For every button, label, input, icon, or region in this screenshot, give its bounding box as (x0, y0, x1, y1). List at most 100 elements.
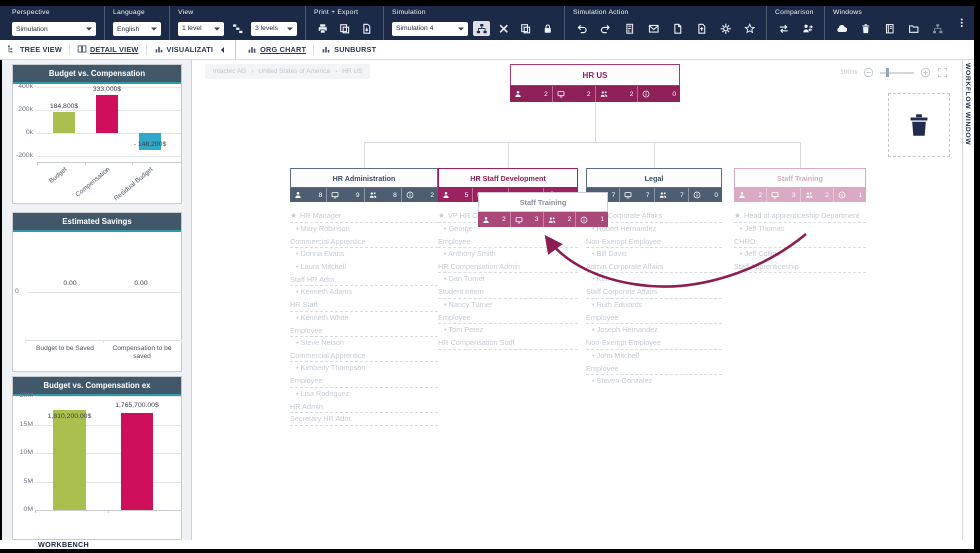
headcount-badge[interactable]: 2 (510, 86, 553, 102)
trash-icon[interactable] (857, 21, 874, 36)
member-name[interactable]: • Bill Davis (586, 248, 722, 261)
position-badge[interactable]: 3 (767, 188, 800, 202)
language-label: Language (113, 9, 161, 16)
member-list: Head of apprenticeship Department• Jeff … (734, 210, 866, 273)
settings-icon[interactable] (717, 21, 734, 36)
info-badge[interactable]: 0 (689, 188, 722, 202)
member-role: HR Staff (290, 299, 438, 312)
member-name[interactable]: • Steven Gonzalez (586, 375, 722, 388)
org-chart-canvas[interactable]: miactec AG › United States of America › … (192, 60, 962, 540)
headcount-badge[interactable]: 2 (734, 188, 767, 202)
drag-ghost-staff-training[interactable]: Staff Training 2321 (478, 192, 608, 227)
member-name[interactable]: • Donna Evans (290, 248, 438, 261)
member-name[interactable]: • Ruth Edwards (586, 299, 722, 312)
member-name[interactable]: • Tom Perez (438, 324, 578, 337)
calculator-icon[interactable] (621, 21, 638, 36)
mail-icon[interactable] (645, 21, 662, 36)
member-name[interactable]: • Lisa Rodriguez (290, 388, 438, 401)
member-name[interactable]: • Steve Nelson (290, 337, 438, 350)
simulation-mode-icon[interactable] (473, 21, 490, 36)
member-role: Head of apprenticeship Department (734, 210, 866, 223)
info-icon (406, 191, 414, 199)
print-icon[interactable] (314, 21, 331, 36)
toolbar-section-comparison: Comparison (767, 6, 825, 40)
member-name[interactable]: • Kenneth White (290, 312, 438, 325)
member-name[interactable]: • Joseph Hernandez (586, 324, 722, 337)
workbench-bar[interactable]: WORKBENCH (0, 540, 974, 549)
simulation-select[interactable]: Simulation 4 (392, 22, 468, 36)
org-node-title: HR Administration (290, 168, 438, 188)
duplicate-simulation-icon[interactable] (517, 21, 534, 36)
planned-badge[interactable]: 2 (596, 86, 639, 102)
chart-panel-budget-vs-compensation-ex: Budget vs. Compensation ex 20M15M10M5M0M… (12, 376, 182, 540)
member-name[interactable]: • John Mitchell (586, 350, 722, 363)
language-select[interactable]: English (113, 22, 161, 36)
member-name[interactable]: • Laura Mitchell (290, 261, 438, 274)
workbench-label[interactable]: WORKBENCH (38, 540, 89, 549)
member-name[interactable]: • Anthony Smith (438, 248, 578, 261)
planned-badge[interactable]: 2 (801, 188, 834, 202)
member-list: HR Manager• Mary RobinsonCommercial Appr… (290, 210, 438, 426)
overflow-menu-icon[interactable] (954, 16, 970, 31)
tab-tree-view[interactable]: TREE VIEW (0, 40, 69, 59)
document-icon[interactable] (669, 21, 686, 36)
tab-org-chart[interactable]: ORG CHART (240, 40, 313, 59)
gridline (37, 156, 181, 157)
position-badge[interactable]: 7 (620, 188, 654, 202)
export-copy-icon[interactable] (336, 21, 353, 36)
close-simulation-icon[interactable] (495, 21, 512, 36)
member-name[interactable]: • Kenneth Adams (290, 286, 438, 299)
position-badge[interactable]: 3 (511, 212, 544, 227)
member-name[interactable]: • Ken (586, 273, 722, 286)
view-levels-select[interactable]: 3 levels (251, 22, 297, 36)
position-badge[interactable]: 9 (327, 188, 364, 202)
org-node-hr-us[interactable]: HR US2220 (510, 64, 680, 102)
info-badge[interactable]: 0 (638, 86, 680, 102)
headcount-badge[interactable]: 2 (478, 212, 511, 227)
expand-levels-icon[interactable] (229, 21, 246, 36)
person-icon (442, 191, 450, 199)
info-badge[interactable]: 2 (402, 188, 438, 202)
position-badge[interactable]: 2 (553, 86, 596, 102)
compare-person-icon[interactable] (799, 21, 816, 36)
category-label: Compensation to be saved (105, 345, 179, 360)
member-name[interactable]: • Jeff Collins (734, 248, 866, 261)
workflow-window-rail[interactable]: WORKFLOW WINDOW (962, 60, 974, 540)
org-node-hr-administration[interactable]: HR Administration8982 (290, 168, 438, 202)
tab-visualization[interactable]: VISUALIZATI (147, 40, 232, 59)
planned-badge[interactable]: 8 (365, 188, 402, 202)
planned-badge[interactable]: 2 (544, 212, 577, 227)
member-name[interactable]: • Jeff Thomas (734, 223, 866, 236)
info-badge[interactable]: 1 (576, 212, 608, 227)
collapse-left-icon[interactable] (218, 47, 224, 53)
org-node-staff-training[interactable]: Staff Training2321 (734, 168, 866, 202)
info-badge[interactable]: 1 (834, 188, 866, 202)
headcount-badge[interactable]: 8 (290, 188, 327, 202)
member-name[interactable]: • Mary Robinson (290, 223, 438, 236)
export-file-icon[interactable] (358, 21, 375, 36)
badge-count: 1 (858, 192, 862, 199)
compare-swap-icon[interactable] (775, 21, 792, 36)
planned-badge[interactable]: 7 (655, 188, 689, 202)
workflow-window-label[interactable]: WORKFLOW WINDOW (964, 63, 971, 145)
upload-document-icon[interactable] (693, 21, 710, 36)
journal-icon[interactable] (881, 21, 898, 36)
redo-icon[interactable] (597, 21, 614, 36)
info-icon (838, 191, 846, 199)
member-name[interactable]: • Dan Turner (438, 273, 578, 286)
folder-icon[interactable] (905, 21, 922, 36)
member-name[interactable]: • Nancy Turner (438, 299, 578, 312)
member-name[interactable]: • Kimberly Thompson (290, 362, 438, 375)
sitemap-icon[interactable] (929, 21, 946, 36)
tab-detail-view[interactable]: DETAIL VIEW (70, 40, 146, 59)
lock-icon[interactable] (539, 21, 556, 36)
category-label: Budget to be Saved (27, 345, 103, 353)
cloud-icon[interactable] (833, 21, 850, 36)
undo-icon[interactable] (573, 21, 590, 36)
delete-dropzone[interactable] (888, 93, 950, 157)
favorite-icon[interactable] (741, 21, 758, 36)
view-level-select[interactable]: 1 level (178, 22, 224, 36)
tab-sunburst[interactable]: SUNBURST (314, 40, 383, 59)
perspective-select[interactable]: Simulation (12, 22, 96, 36)
headcount-badge[interactable]: 5 (438, 188, 473, 202)
